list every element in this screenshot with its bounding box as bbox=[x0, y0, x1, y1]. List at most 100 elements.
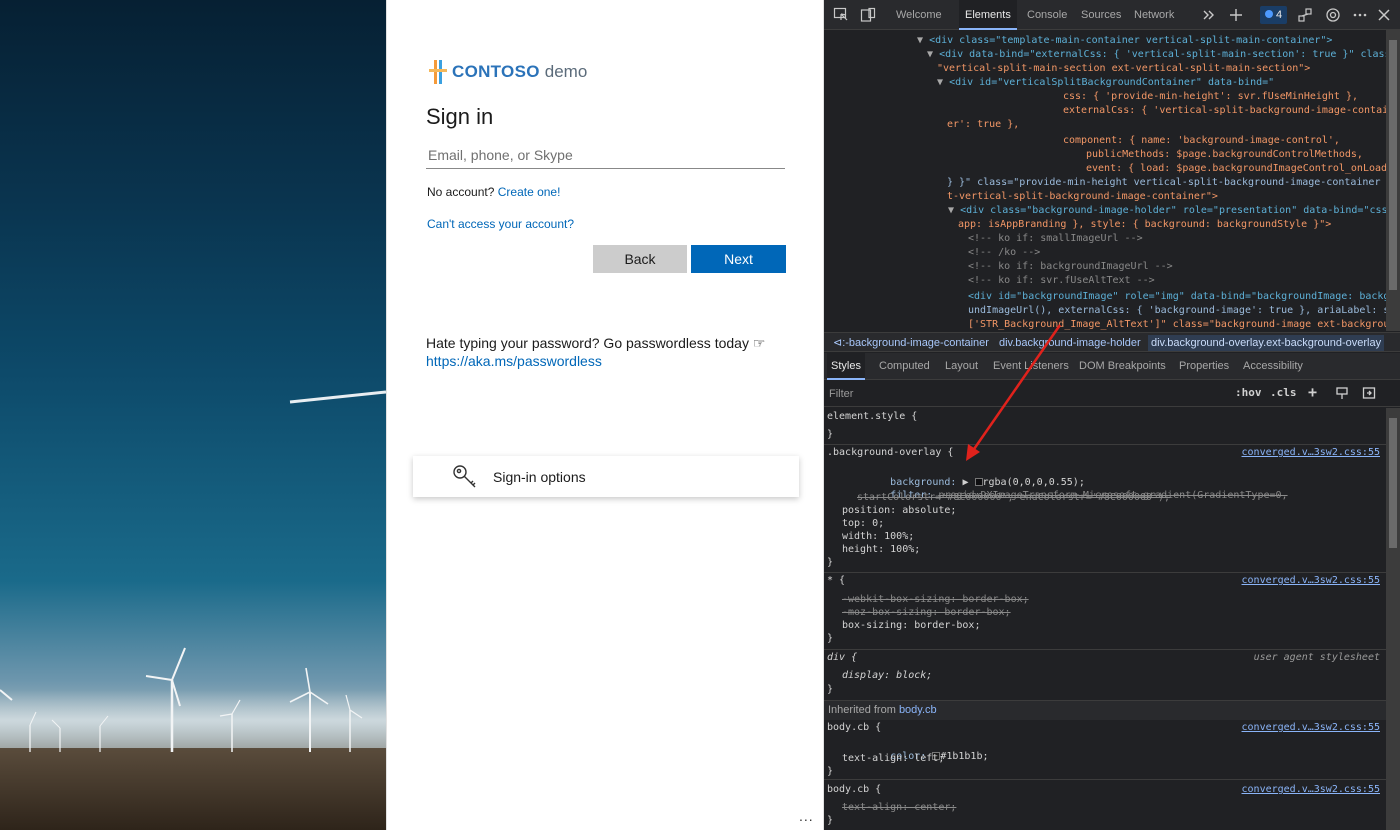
dom-line[interactable]: <div id="backgroundImage" role="img" dat… bbox=[968, 290, 1386, 304]
dom-line[interactable]: ▼ <div class="background-image-holder" r… bbox=[948, 204, 1386, 218]
passwordless-promo: Hate typing your password? Go passwordle… bbox=[426, 334, 765, 370]
issues-badge[interactable]: 4 bbox=[1260, 6, 1288, 24]
inherited-link[interactable]: body.cb bbox=[899, 704, 937, 716]
close-icon[interactable] bbox=[1376, 7, 1392, 23]
dom-line[interactable]: <!-- ko if: svr.fUseAltText --> bbox=[968, 274, 1155, 288]
css-declaration[interactable]: height: 100%; bbox=[842, 544, 920, 555]
tab-styles[interactable]: Styles bbox=[827, 353, 865, 380]
css-declaration[interactable]: box-sizing: border-box; bbox=[842, 620, 980, 631]
dom-line[interactable]: ▼ <div class="template-main-container ve… bbox=[917, 34, 1332, 48]
breadcrumb-item-active[interactable]: div.background-overlay.ext-background-ov… bbox=[1148, 335, 1385, 351]
settings-gear-icon[interactable] bbox=[1325, 7, 1341, 23]
rule-div[interactable]: div { user agent stylesheet display: blo… bbox=[824, 651, 1386, 701]
tab-welcome[interactable]: Welcome bbox=[890, 0, 948, 30]
hover-state-toggle[interactable]: :hov bbox=[1235, 386, 1262, 399]
dom-line[interactable]: t-vertical-split-background-image-contai… bbox=[947, 190, 1218, 204]
dom-line[interactable]: <!-- ko if: smallImageUrl --> bbox=[968, 232, 1143, 246]
rule-selector: * { bbox=[827, 575, 846, 586]
tab-sources[interactable]: Sources bbox=[1075, 0, 1127, 30]
source-link[interactable]: converged.v…3sw2.css:55 bbox=[1242, 575, 1380, 586]
tab-accessibility[interactable]: Accessibility bbox=[1239, 353, 1307, 380]
cant-access-link[interactable]: Can't access your account? bbox=[427, 217, 574, 231]
rule-close: } bbox=[827, 429, 834, 440]
rule-universal[interactable]: * { converged.v…3sw2.css:55 -webkit-box-… bbox=[824, 574, 1386, 650]
inspect-element-icon[interactable] bbox=[833, 7, 849, 23]
tab-elements[interactable]: Elements bbox=[959, 0, 1017, 30]
dom-line[interactable]: <!-- /ko --> bbox=[968, 246, 1040, 260]
css-declaration[interactable]: top: 0; bbox=[842, 518, 884, 529]
breadcrumb-item[interactable]: ⊲:-background-image-container bbox=[830, 335, 992, 351]
rule-close: } bbox=[827, 766, 834, 777]
dom-line[interactable]: ▼ <div data-bind="externalCss: { 'vertic… bbox=[927, 48, 1386, 62]
dom-tree[interactable]: ▼ <div class="template-main-container ve… bbox=[824, 30, 1386, 330]
dom-scroll-thumb[interactable] bbox=[1389, 40, 1397, 290]
dom-line[interactable]: ▼ <div id="verticalSplitBackgroundContai… bbox=[937, 76, 1274, 90]
styles-subtabs: Styles Computed Layout Event Listeners D… bbox=[824, 353, 1400, 380]
tab-console[interactable]: Console bbox=[1021, 0, 1073, 30]
dom-line[interactable]: event: { load: $page.backgroundImageCont… bbox=[1086, 162, 1386, 176]
tab-properties[interactable]: Properties bbox=[1175, 353, 1233, 380]
css-declaration[interactable]: text-align: left; bbox=[842, 753, 944, 764]
rule-selector: .background-overlay { bbox=[827, 447, 954, 458]
signin-panel: CONTOSO demo Sign in No account? Create … bbox=[386, 0, 824, 830]
signin-options-button[interactable]: Sign-in options bbox=[413, 456, 799, 497]
key-icon bbox=[451, 463, 479, 491]
more-tabs-icon[interactable] bbox=[1200, 7, 1216, 23]
device-emulation-icon[interactable] bbox=[860, 7, 876, 23]
email-field[interactable] bbox=[426, 142, 785, 169]
connections-icon[interactable] bbox=[1297, 7, 1313, 23]
dom-line[interactable]: } }" class="provide-min-height vertical-… bbox=[947, 176, 1386, 190]
breadcrumb-item[interactable]: div.background-image-holder bbox=[996, 335, 1144, 351]
class-toggle[interactable]: .cls bbox=[1270, 386, 1297, 399]
css-declaration[interactable]: width: 100%; bbox=[842, 531, 914, 542]
styles-pane[interactable]: element.style { } .background-overlay { … bbox=[824, 408, 1386, 830]
more-options-icon[interactable] bbox=[1352, 7, 1368, 23]
no-account-row: No account? Create one! bbox=[427, 185, 560, 199]
devtools-toolbar: Welcome Elements Console Sources Network… bbox=[824, 0, 1400, 30]
create-account-link[interactable]: Create one! bbox=[498, 185, 561, 199]
dom-line[interactable]: ['STR_Background_Image_AltText']" class=… bbox=[968, 318, 1386, 330]
dom-line[interactable]: "vertical-split-main-section ext-vertica… bbox=[937, 62, 1310, 76]
dom-line[interactable]: externalCss: { 'vertical-split-backgroun… bbox=[1063, 104, 1386, 118]
styles-scrollbar[interactable] bbox=[1386, 408, 1400, 830]
styles-filter-input[interactable] bbox=[826, 384, 1221, 404]
rule-element-style[interactable]: element.style { } bbox=[824, 408, 1386, 445]
css-declaration[interactable]: -webkit-box-sizing: border-box; bbox=[842, 594, 1029, 605]
rule-body-cb[interactable]: body.cb { converged.v…3sw2.css:55 color:… bbox=[824, 720, 1386, 780]
dom-line[interactable]: <!-- ko if: backgroundImageUrl --> bbox=[968, 260, 1173, 274]
css-declaration[interactable]: text-align: center; bbox=[842, 802, 956, 813]
more-options-icon[interactable]: ... bbox=[799, 808, 814, 824]
tab-computed[interactable]: Computed bbox=[875, 353, 934, 380]
css-declaration[interactable]: -moz-box-sizing: border-box; bbox=[842, 607, 1011, 618]
tab-layout[interactable]: Layout bbox=[941, 353, 982, 380]
dom-scrollbar[interactable] bbox=[1386, 30, 1400, 331]
add-tab-icon[interactable] bbox=[1228, 7, 1244, 23]
dom-line[interactable]: app: isAppBranding }, style: { backgroun… bbox=[958, 218, 1331, 232]
dom-line[interactable]: css: { 'provide-min-height': svr.fUseMin… bbox=[1063, 90, 1358, 104]
styles-scroll-thumb[interactable] bbox=[1389, 418, 1397, 548]
source-link[interactable]: converged.v…3sw2.css:55 bbox=[1242, 722, 1380, 733]
tab-dom-breakpoints[interactable]: DOM Breakpoints bbox=[1075, 353, 1170, 380]
paint-icon[interactable] bbox=[1335, 386, 1349, 403]
rule-background-overlay[interactable]: .background-overlay { converged.v…3sw2.c… bbox=[824, 446, 1386, 573]
tab-network[interactable]: Network bbox=[1128, 0, 1180, 30]
dom-line[interactable]: undImageUrl(), externalCss: { 'backgroun… bbox=[968, 304, 1386, 318]
inherited-header: Inherited from body.cb bbox=[824, 701, 1386, 720]
toggle-sidebar-icon[interactable] bbox=[1362, 386, 1376, 403]
source-link[interactable]: converged.v…3sw2.css:55 bbox=[1242, 784, 1380, 795]
tab-event-listeners[interactable]: Event Listeners bbox=[989, 353, 1073, 380]
rule-selector: element.style { bbox=[827, 411, 918, 422]
css-declaration: display: block; bbox=[842, 670, 933, 681]
dom-line[interactable]: component: { name: 'background-image-con… bbox=[1063, 134, 1340, 148]
dom-line[interactable]: publicMethods: $page.backgroundControlMe… bbox=[1086, 148, 1363, 162]
rule-body-cb[interactable]: body.cb { converged.v…3sw2.css:55 text-a… bbox=[824, 782, 1386, 830]
new-rule-icon[interactable]: + bbox=[1308, 383, 1317, 401]
css-declaration[interactable]: position: absolute; bbox=[842, 505, 956, 516]
signin-options-label: Sign-in options bbox=[493, 468, 586, 485]
no-account-text: No account? bbox=[427, 185, 495, 199]
dom-line[interactable]: er': true }, bbox=[947, 118, 1019, 132]
passwordless-link[interactable]: https://aka.ms/passwordless bbox=[426, 352, 765, 370]
back-button[interactable]: Back bbox=[593, 245, 687, 273]
next-button[interactable]: Next bbox=[691, 245, 786, 273]
source-link[interactable]: converged.v…3sw2.css:55 bbox=[1242, 447, 1380, 458]
